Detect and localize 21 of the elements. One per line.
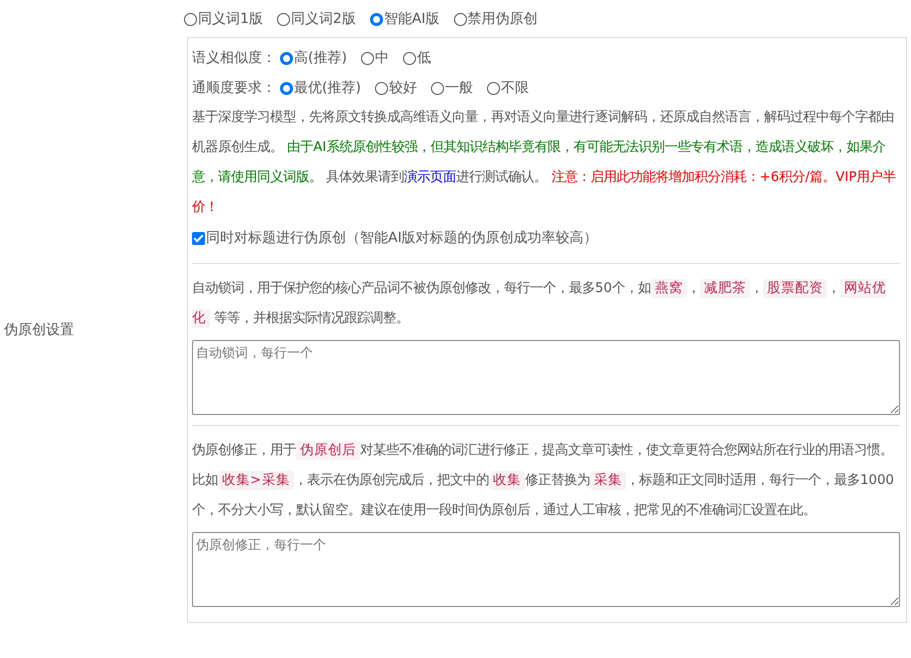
option-label: 语义相似度：: [192, 49, 276, 67]
radio-option[interactable]: 最优(推荐): [280, 79, 361, 97]
radio-option[interactable]: 高(推荐): [280, 49, 347, 67]
title-checkbox[interactable]: 同时对标题进行伪原创（智能AI版对标题的伪原创成功率较高）: [192, 223, 900, 253]
radio-option[interactable]: 不限: [486, 79, 529, 97]
radio-option[interactable]: 同义词1版: [184, 10, 263, 28]
lock-words-field[interactable]: 自动锁词，每行一个: [192, 340, 900, 415]
corrections-field[interactable]: 伪原创修正，每行一个: [192, 532, 900, 607]
demo-page-link[interactable]: 演示页面: [404, 170, 456, 185]
radio-option[interactable]: 较好: [374, 79, 417, 97]
radio-option[interactable]: 中: [360, 49, 389, 67]
lock-words-description: 自动锁词，用于保护您的核心产品词不被伪原创修改，每行一个，最多50个，如 燕窝 ， 减肥茶 ， 股票配资 ， 网站优化 等等，并根据实际情况跟踪调整。: [192, 278, 887, 330]
radio-option[interactable]: 智能AI版: [370, 10, 440, 28]
option-label: 通顺度要求：: [192, 79, 276, 97]
corrections-description: 伪原创修正，用于 伪原创后 对某些不准确的词汇进行修正，提高文章可读性，使文章更符合您网站所在行业的用语习惯。比如 收集>采集 ，表示在伪原创完成后，把文中的 收集 修正替换为 采集 ，标题和正文同时适用，每行一个，最多1000个，不分大小写，默认留空。建议在使用一段时间伪原创后，通过人工审核，把常见的不准确词汇设置在此。: [192, 440, 895, 520]
radio-option[interactable]: 同义词2版: [276, 10, 356, 28]
ai-description: 基于深度学习模型，先将原文转换成高维语义向量，再对语义向量进行逐词解码，还原成自然语言，解码过程中每个字都由机器原创生成。 由于AI系统原创性较强，但其知识结构毕竟有限，有可能无法识别一些专有术语，造成语义破坏，如果介意，请使用同义词版。 具体效果请到演示页面进行测试确认。 注意：启用此功能将增加积分消耗：+6积分/篇。VIP用户半价！: [192, 108, 897, 217]
radio-option[interactable]: 一般: [430, 79, 473, 97]
radio-option[interactable]: 禁用伪原创: [454, 10, 538, 28]
radio-option[interactable]: 低: [402, 49, 431, 67]
setting-label: 伪原创设置: [4, 321, 74, 339]
